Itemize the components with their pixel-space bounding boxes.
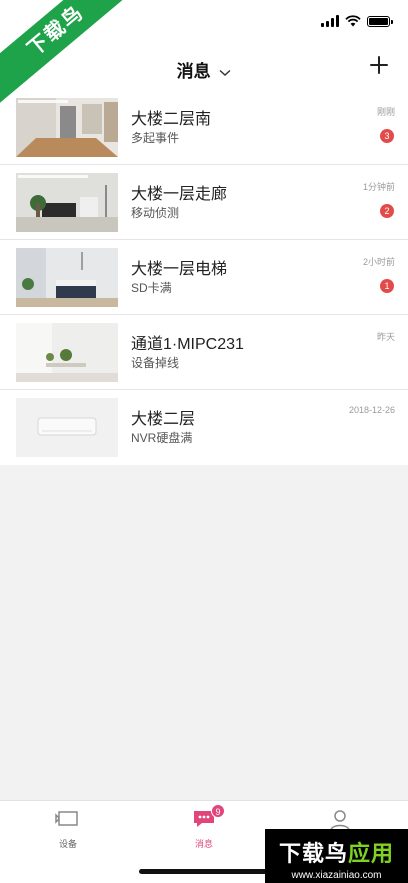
room-icon	[16, 323, 118, 382]
unread-badge: 3	[380, 129, 394, 143]
message-row[interactable]: 大楼一层电梯 SD卡满 2小时前 1	[0, 240, 408, 315]
message-time: 2018-12-26	[348, 405, 395, 415]
device-icon	[55, 811, 78, 826]
message-time: 2小时前	[362, 257, 395, 267]
tab-badge: 9	[211, 804, 225, 818]
message-subtitle: SD卡满	[131, 281, 172, 295]
unread-badge: 2	[380, 204, 394, 218]
message-list: 大楼二层南 多起事件 刚刚 3 大楼一层走廊 移动侦测 1分钟前 2 大楼一层电…	[0, 90, 408, 465]
page-title: 消息	[176, 62, 211, 81]
message-subtitle: NVR硬盘满	[131, 431, 193, 445]
message-row[interactable]: 通道1·MIPC231 设备掉线 昨天	[0, 315, 408, 390]
message-row[interactable]: 大楼二层南 多起事件 刚刚 3	[0, 90, 408, 165]
watermark-title: 下载鸟应用	[278, 841, 395, 866]
message-time: 1分钟前	[362, 182, 395, 192]
message-title: 大楼一层走廊	[131, 186, 228, 203]
message-time: 昨天	[376, 332, 395, 342]
nav-title-dropdown[interactable]: 消息	[0, 57, 408, 82]
message-subtitle: 多起事件	[131, 131, 180, 145]
unread-badge: 1	[380, 279, 394, 293]
tab-label: 设备	[58, 839, 77, 849]
status-icons	[321, 15, 393, 27]
message-title: 大楼二层	[131, 411, 196, 428]
message-title: 大楼一层电梯	[131, 261, 228, 278]
tab-label: 消息	[194, 839, 213, 849]
signal-icon	[321, 15, 339, 27]
chevron-down-icon	[219, 69, 231, 76]
hallway-icon	[16, 98, 118, 157]
watermark-url: www.xiazainiao.com	[291, 870, 382, 881]
bedroom-icon	[16, 248, 118, 307]
message-title: 大楼二层南	[131, 111, 212, 128]
message-subtitle: 设备掉线	[131, 356, 180, 370]
tab-messages[interactable]: 9 消息	[169, 804, 239, 850]
message-row[interactable]: 大楼一层走廊 移动侦测 1分钟前 2	[0, 165, 408, 240]
air-conditioner-icon	[16, 398, 118, 457]
home-indicator	[139, 869, 273, 874]
message-subtitle: 移动侦测	[131, 206, 180, 220]
message-time: 刚刚	[376, 107, 395, 117]
wifi-icon	[345, 15, 361, 27]
message-title: 通道1·MIPC231	[131, 336, 244, 353]
battery-icon	[367, 15, 393, 27]
message-row[interactable]: 大楼二层 NVR硬盘满 2018-12-26	[0, 390, 408, 465]
corridor-icon	[16, 173, 118, 232]
add-button[interactable]	[368, 54, 390, 76]
tab-devices[interactable]: 设备	[33, 809, 103, 850]
user-icon	[330, 810, 350, 831]
watermark-box: 下载鸟应用 www.xiazainiao.com	[265, 829, 408, 883]
